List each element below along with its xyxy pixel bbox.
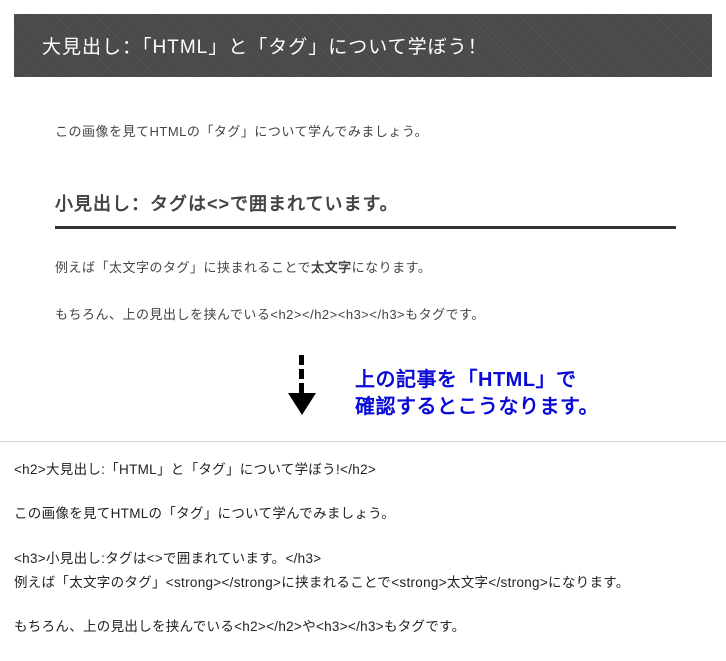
- intro-text: この画像を見てHTMLの「タグ」について学んでみましょう。: [55, 121, 676, 140]
- source-line-2: この画像を見てHTMLの「タグ」について学んでみましょう。: [14, 504, 712, 524]
- source-line-4: 例えば「太文字のタグ」<strong></strong>に挟まれることで<str…: [14, 573, 712, 593]
- source-line-1: <h2>大見出し:「HTML」と「タグ」について学ぼう!</h2>: [14, 460, 712, 480]
- html-source-block: <h2>大見出し:「HTML」と「タグ」について学ぼう!</h2> この画像を見…: [0, 454, 726, 637]
- subheading: 小見出し：タグは<>で囲まれています。: [55, 190, 676, 229]
- section-divider: [0, 441, 726, 442]
- page-title-bar: 大見出し：「HTML」と「タグ」について学ぼう！: [14, 14, 712, 77]
- p1-bold: 太文字: [311, 260, 352, 275]
- article-body: この画像を見てHTMLの「タグ」について学んでみましょう。 小見出し：タグは<>…: [0, 91, 726, 361]
- source-line-3: <h3>小見出し:タグは<>で囲まれています。</h3>: [14, 549, 712, 569]
- paragraph-1: 例えば「太文字のタグ」に挟まれることで太文字になります。: [55, 257, 676, 276]
- arrow-down-icon: [288, 355, 316, 415]
- paragraph-2: もちろん、上の見出しを挟んでいる<h2></h2><h3></h3>もタグです。: [55, 304, 676, 323]
- p1-prefix: 例えば「太文字のタグ」に挟まれることで: [55, 260, 311, 275]
- annotation-region: 上の記事を「HTML」で 確認するとこうなります。: [0, 361, 726, 441]
- p1-suffix: になります。: [352, 260, 432, 275]
- page-title: 大見出し：「HTML」と「タグ」について学ぼう！: [42, 37, 488, 58]
- annotation-text: 上の記事を「HTML」で 確認するとこうなります。: [355, 367, 599, 421]
- source-line-5: もちろん、上の見出しを挟んでいる<h2></h2>や<h3></h3>もタグです…: [14, 617, 712, 637]
